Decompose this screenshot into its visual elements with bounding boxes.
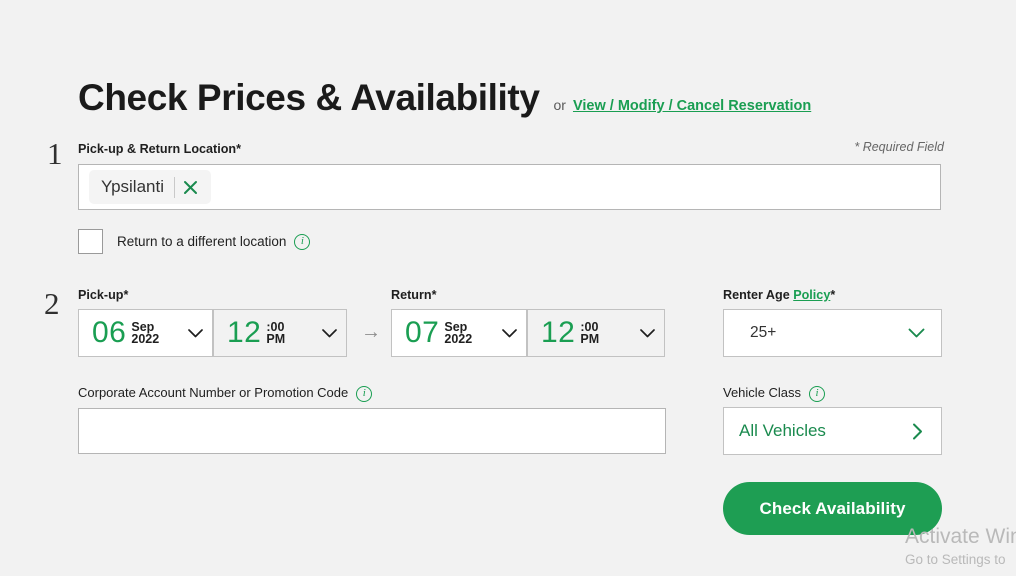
pickup-time-field[interactable]: 12 :00 PM [213,309,347,357]
location-chip-label: Ypsilanti [101,177,164,196]
pickup-date-value: 06 Sep 2022 [79,310,178,356]
booking-widget-page: Check Prices & Availability or View / Mo… [0,0,1016,576]
pickup-month-year: Sep 2022 [131,320,160,346]
return-day: 07 [405,316,440,349]
page-title: Check Prices & Availability [78,77,540,118]
step-number-2: 2 [44,286,60,321]
return-label: Return* [391,288,437,302]
pickup-label: Pick-up* [78,288,129,302]
view-modify-cancel-reservation-link[interactable]: View / Modify / Cancel Reservation [573,98,811,114]
pickup-day: 06 [92,316,127,349]
close-icon[interactable] [175,172,205,202]
return-year: 2022 [444,332,473,346]
chevron-down-icon[interactable] [178,310,212,356]
chevron-right-icon [912,423,923,440]
location-label: Pick-up & Return Location* [78,142,242,156]
page-header: Check Prices & Availability or View / Mo… [78,76,811,120]
pickup-date-field[interactable]: 06 Sep 2022 [78,309,213,357]
location-chip: Ypsilanti [89,170,211,204]
arrow-right-icon: → [361,321,381,343]
corporate-code-label-text: Corporate Account Number or Promotion Co… [78,385,349,400]
pickup-meridiem: PM [266,332,286,346]
or-separator-text: or [553,97,566,113]
chevron-down-icon[interactable] [312,310,346,356]
info-icon[interactable]: i [809,385,826,402]
corporate-code-input[interactable] [78,408,666,454]
location-input[interactable]: Ypsilanti [78,164,941,210]
return-different-location-checkbox[interactable] [78,229,103,254]
renter-age-label: Renter Age Policy* [723,287,835,303]
return-date-value: 07 Sep 2022 [392,310,492,356]
renter-age-required-star: * [830,288,836,302]
chevron-down-icon[interactable] [492,310,526,356]
pickup-minutes-meridiem: :00 PM [266,320,286,346]
return-date-field[interactable]: 07 Sep 2022 [391,309,527,357]
renter-age-policy-link[interactable]: Policy [793,288,830,302]
info-icon[interactable]: i [294,233,311,250]
return-hour: 12 [541,316,576,349]
return-minutes-meridiem: :00 PM [580,320,600,346]
return-different-location-label: Return to a different location [117,234,287,249]
pickup-hour: 12 [227,316,262,349]
return-meridiem: PM [580,332,600,346]
required-field-note: * Required Field [854,140,944,154]
vehicle-class-select[interactable]: All Vehicles [723,407,942,455]
vehicle-class-value: All Vehicles [739,421,826,440]
vehicle-class-label: Vehicle Class i [723,385,826,402]
renter-age-select[interactable]: 25+ [723,309,942,357]
renter-age-value: 25+ [750,324,777,341]
watermark-subtitle: Go to Settings to [905,552,1006,567]
chevron-down-icon [908,328,925,338]
info-icon[interactable]: i [356,385,373,402]
step-number-1: 1 [47,136,63,171]
return-month-year: Sep 2022 [444,320,473,346]
vehicle-class-label-text: Vehicle Class [723,385,802,400]
return-different-location-row: Return to a different location i [78,229,311,254]
return-time-field[interactable]: 12 :00 PM [527,309,665,357]
return-time-value: 12 :00 PM [528,310,630,356]
renter-age-label-text: Renter Age [723,288,790,302]
pickup-year: 2022 [131,332,160,346]
pickup-time-value: 12 :00 PM [214,310,312,356]
chevron-down-icon[interactable] [630,310,664,356]
check-availability-button[interactable]: Check Availability [723,482,942,535]
corporate-code-label: Corporate Account Number or Promotion Co… [78,385,373,402]
